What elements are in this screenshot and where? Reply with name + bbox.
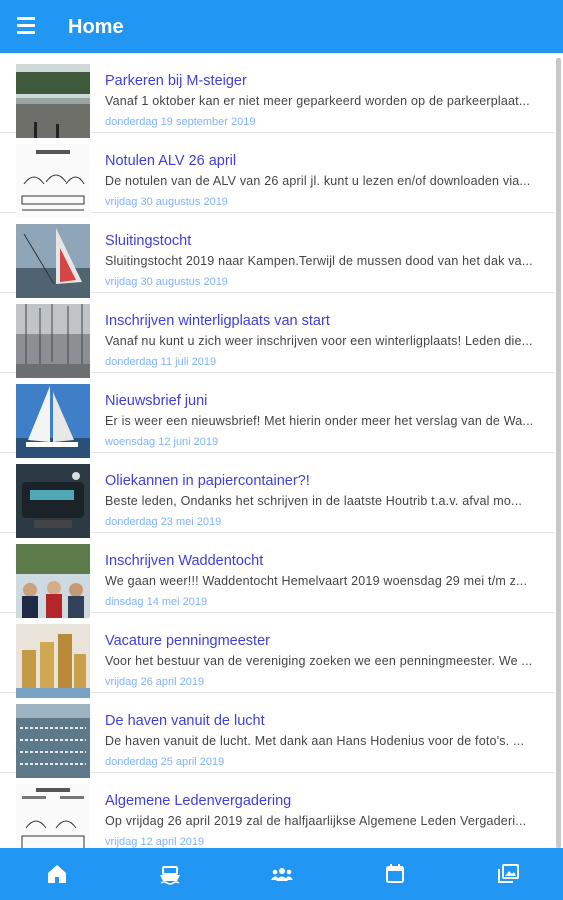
news-item[interactable]: Oliekannen in papiercontainer?! Beste le… — [0, 453, 555, 538]
news-item[interactable]: De haven vanuit de lucht De haven vanuit… — [0, 693, 555, 778]
news-thumbnail-sail — [16, 384, 90, 458]
menu-icon[interactable] — [17, 17, 37, 35]
news-thumbnail-parking — [16, 64, 90, 138]
news-list: Parkeren bij M-steiger Vanaf 1 oktober k… — [0, 53, 563, 848]
calendar-icon[interactable] — [383, 862, 407, 886]
news-item[interactable]: Algemene Ledenvergadering Op vrijdag 26 … — [0, 773, 555, 848]
news-thumbnail-container — [16, 464, 90, 538]
news-snippet: Op vrijdag 26 april 2019 zal de halfjaar… — [105, 814, 527, 828]
news-thumbnail-aerial-harbor — [16, 704, 90, 778]
news-snippet: De notulen van de ALV van 26 april jl. k… — [105, 174, 531, 188]
news-item[interactable]: Inschrijven Waddentocht We gaan weer!!! … — [0, 533, 555, 618]
news-title[interactable]: Inschrijven winterligplaats van start — [105, 313, 330, 329]
home-icon[interactable] — [45, 862, 69, 886]
bottom-navigation — [0, 848, 563, 900]
news-title[interactable]: Algemene Ledenvergadering — [105, 793, 291, 809]
news-snippet: Sluitingstocht 2019 naar Kampen.Terwijl … — [105, 254, 533, 268]
news-snippet: Vanaf nu kunt u zich weer inschrijven vo… — [105, 334, 533, 348]
news-thumbnail-people — [16, 544, 90, 618]
page-title: Home — [68, 16, 124, 38]
gallery-icon[interactable] — [496, 862, 520, 886]
news-date: woensdag 12 juni 2019 — [105, 436, 219, 448]
news-snippet: We gaan weer!!! Waddentocht Hemelvaart 2… — [105, 574, 528, 588]
news-title[interactable]: Oliekannen in papiercontainer?! — [105, 473, 310, 489]
news-snippet: De haven vanuit de lucht. Met dank aan H… — [105, 734, 525, 748]
news-item[interactable]: Sluitingstocht Sluitingstocht 2019 naar … — [0, 213, 555, 298]
news-date: vrijdag 12 april 2019 — [105, 836, 205, 848]
news-item[interactable]: Notulen ALV 26 april De notulen van de A… — [0, 133, 555, 218]
news-thumbnail-cartoon — [16, 144, 90, 218]
boat-icon[interactable] — [158, 862, 182, 886]
news-snippet: Er is weer een nieuwsbrief! Met hierin o… — [105, 414, 534, 428]
news-snippet: Vanaf 1 oktober kan er niet meer geparke… — [105, 94, 530, 108]
news-thumbnail-sailboat — [16, 224, 90, 298]
news-date: dinsdag 14 mei 2019 — [105, 596, 208, 608]
news-date: donderdag 23 mei 2019 — [105, 516, 222, 528]
news-snippet: Voor het bestuur van de vereniging zoeke… — [105, 654, 533, 668]
news-title[interactable]: Nieuwsbrief juni — [105, 393, 207, 409]
news-item[interactable]: Inschrijven winterligplaats van start Va… — [0, 293, 555, 378]
news-item[interactable]: Nieuwsbrief juni Er is weer een nieuwsbr… — [0, 373, 555, 458]
news-title[interactable]: Sluitingstocht — [105, 233, 191, 249]
news-thumbnail-meeting-cartoon — [16, 784, 90, 848]
news-title[interactable]: De haven vanuit de lucht — [105, 713, 265, 729]
app-bar: Home — [0, 0, 563, 53]
news-date: vrijdag 30 augustus 2019 — [105, 276, 228, 288]
news-title[interactable]: Inschrijven Waddentocht — [105, 553, 263, 569]
news-date: vrijdag 26 april 2019 — [105, 676, 205, 688]
news-title[interactable]: Vacature penningmeester — [105, 633, 270, 649]
news-date: donderdag 19 september 2019 — [105, 116, 256, 128]
news-date: vrijdag 30 augustus 2019 — [105, 196, 228, 208]
news-thumbnail-winter-harbor — [16, 304, 90, 378]
members-icon[interactable] — [270, 862, 294, 886]
news-item[interactable]: Vacature penningmeester Voor het bestuur… — [0, 613, 555, 698]
news-date: donderdag 11 juli 2019 — [105, 356, 217, 368]
news-thumbnail-coins — [16, 624, 90, 698]
news-title[interactable]: Notulen ALV 26 april — [105, 153, 236, 169]
news-title[interactable]: Parkeren bij M-steiger — [105, 73, 247, 89]
news-item[interactable]: Parkeren bij M-steiger Vanaf 1 oktober k… — [0, 53, 555, 138]
news-snippet: Beste leden, Ondanks het schrijven in de… — [105, 494, 523, 508]
scrollbar[interactable] — [556, 58, 561, 848]
news-date: donderdag 25 april 2019 — [105, 756, 225, 768]
